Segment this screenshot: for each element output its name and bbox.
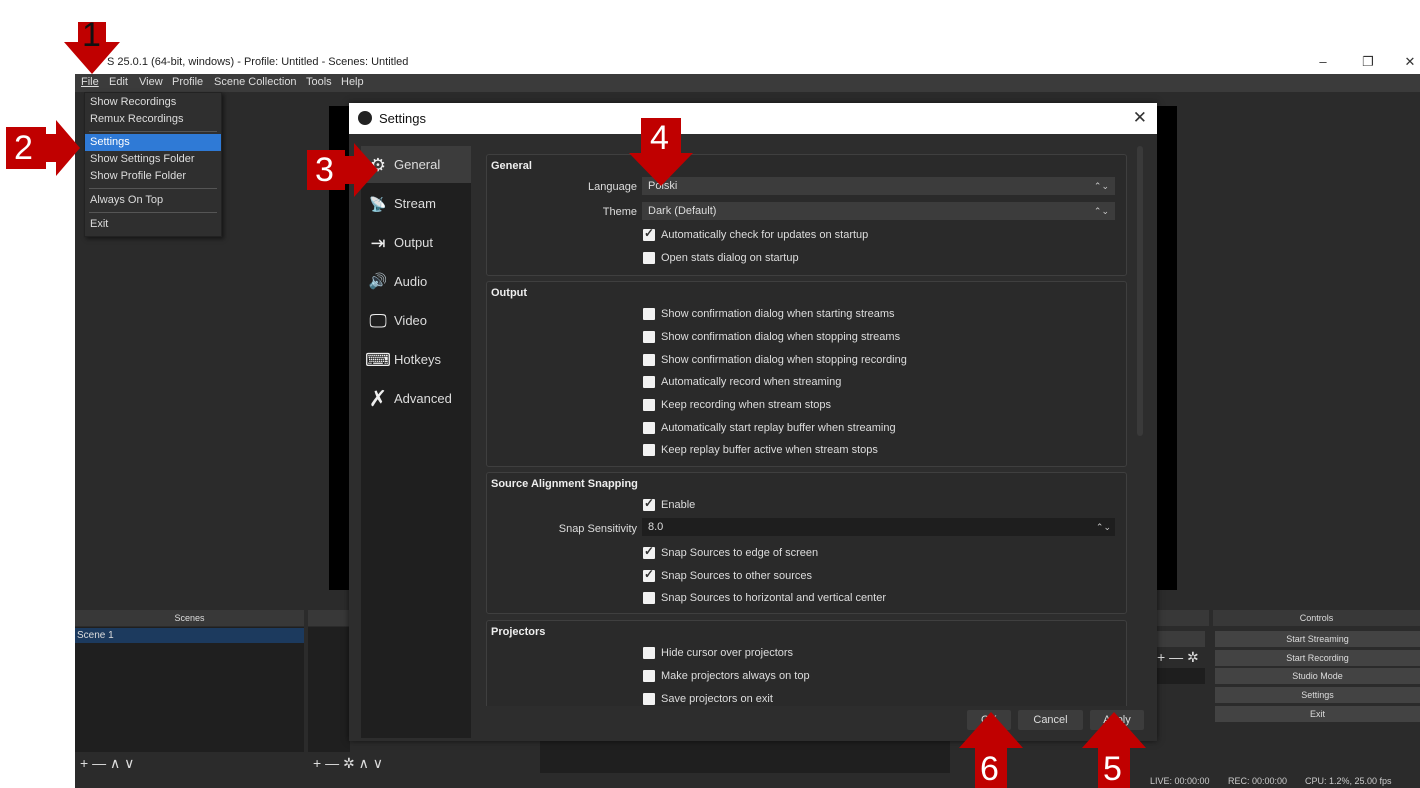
marker-arrow-4 (629, 153, 693, 186)
marker-number-5: 5 (1103, 750, 1122, 788)
marker-number-1: 1 (82, 16, 101, 54)
marker-number-3: 3 (315, 151, 334, 189)
marker-arrow-2 (44, 120, 80, 176)
marker-arrow-3 (343, 143, 378, 197)
annotation-overlay (6, 22, 1146, 788)
marker-number-6: 6 (980, 750, 999, 788)
marker-number-4: 4 (650, 119, 669, 157)
marker-number-2: 2 (14, 129, 33, 167)
